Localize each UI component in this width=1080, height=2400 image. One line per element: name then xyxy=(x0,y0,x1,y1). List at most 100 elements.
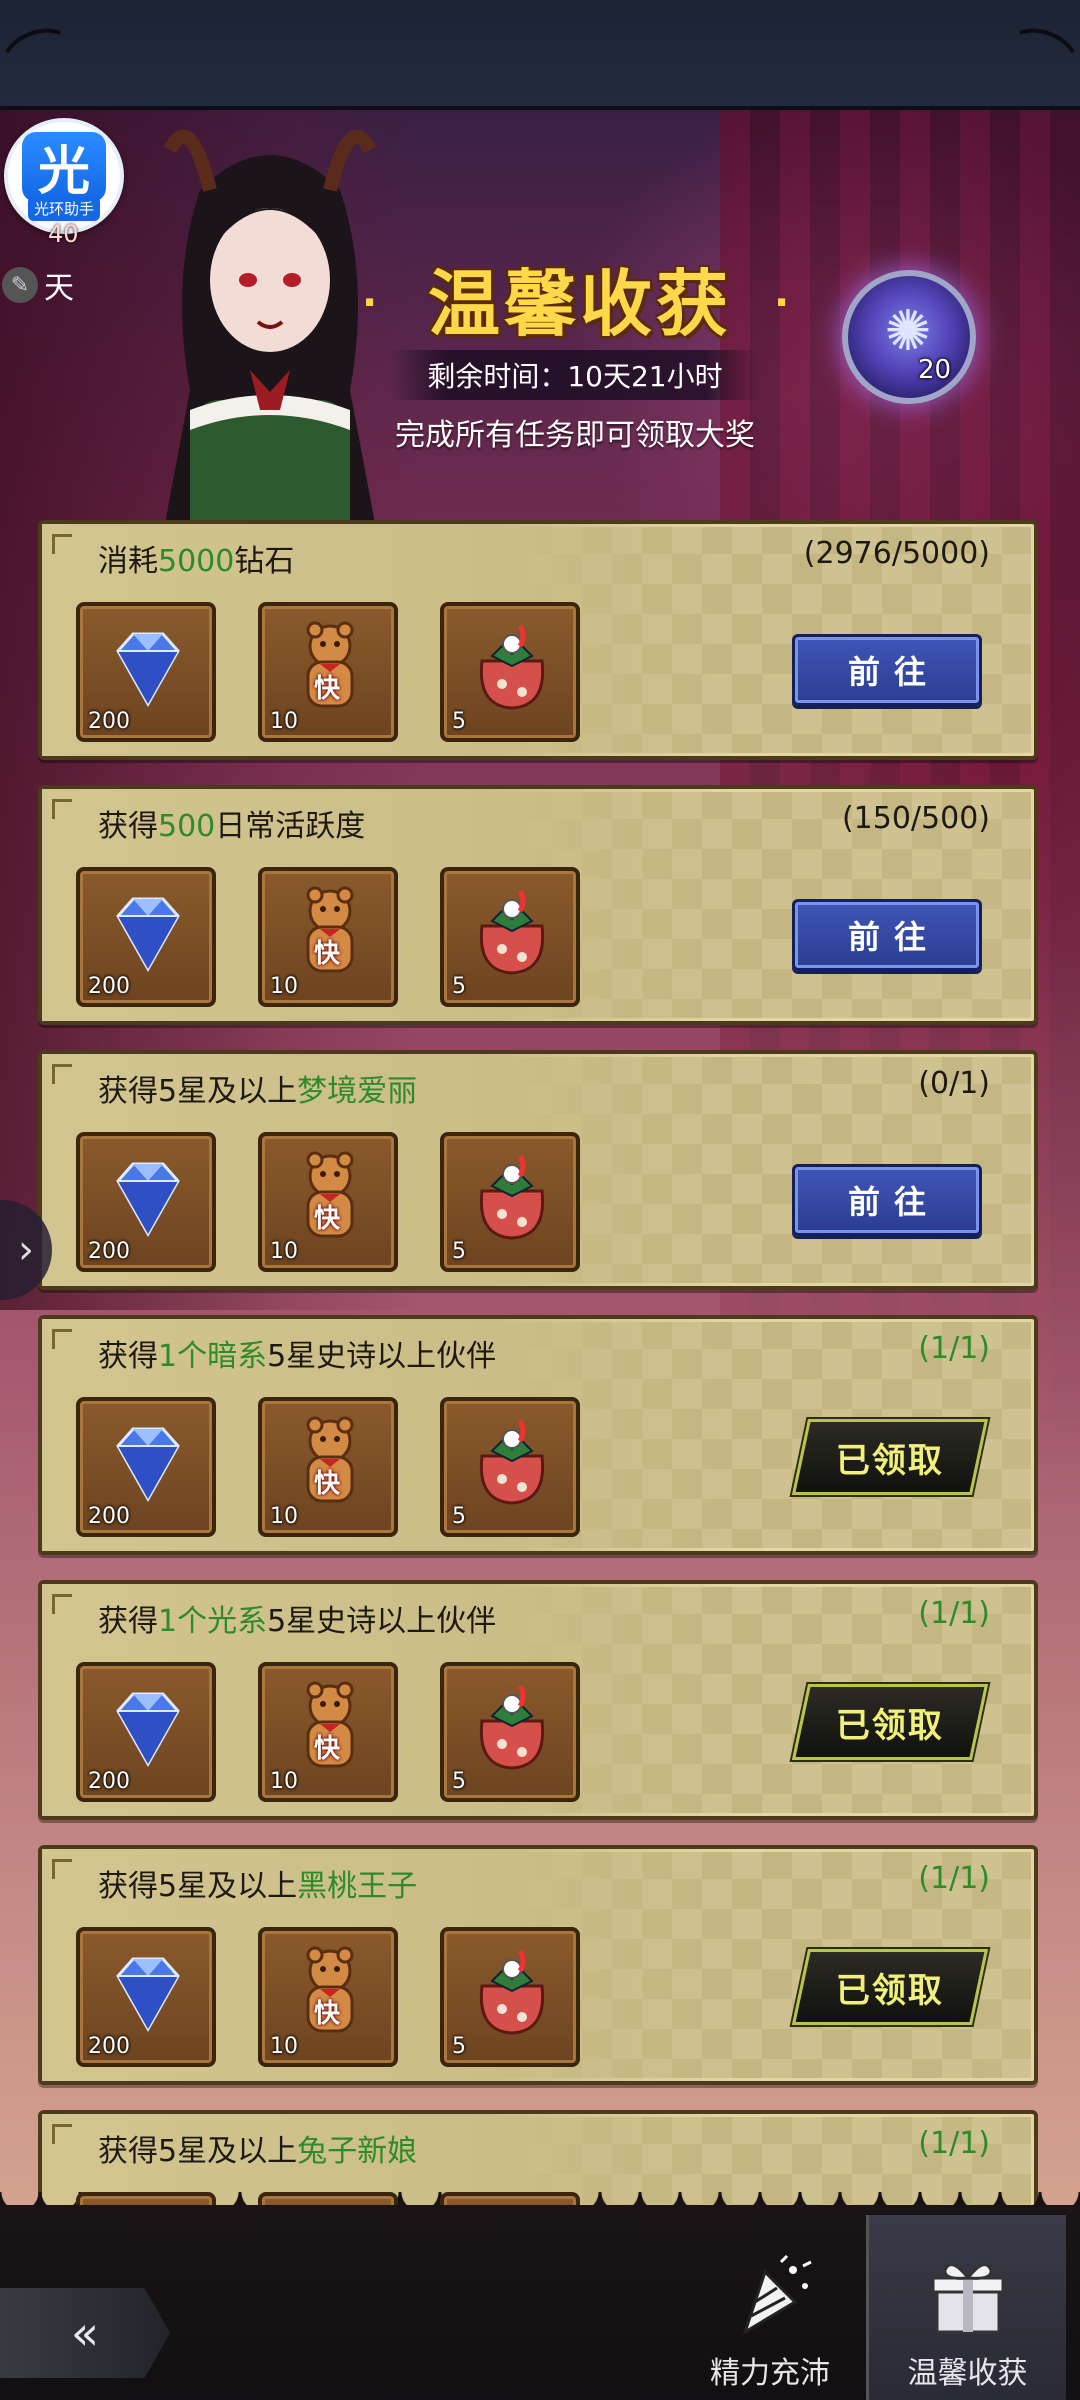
card-corner-ornament xyxy=(52,1064,72,1084)
tab-harvest[interactable]: 温馨收获 xyxy=(866,2215,1066,2400)
reward-item[interactable]: 快 10 xyxy=(258,867,398,1007)
task-title-prefix: 获得 xyxy=(98,1604,158,1639)
claimed-badge: 已领取 xyxy=(791,1949,989,2025)
task-title: 获得1个光系5星史诗以上伙伴 xyxy=(98,1596,496,1640)
task-title-prefix: 获得5星及以上 xyxy=(98,1869,298,1904)
reward-mark: 快 xyxy=(314,1204,341,1234)
reward-item[interactable]: 5 xyxy=(440,867,580,1007)
card-corner-ornament xyxy=(52,534,72,554)
reward-item[interactable]: 200 xyxy=(76,1662,216,1802)
task-title-suffix: 5星史诗以上伙伴 xyxy=(267,1604,497,1639)
helper-logo: 光 xyxy=(22,131,106,202)
reward-quantity: 5 xyxy=(452,1769,466,1794)
gift-box-icon xyxy=(931,2263,1004,2334)
grand-prize-medal[interactable]: ✺ xyxy=(842,270,976,404)
gift-bag-icon xyxy=(462,616,562,716)
task-title: 获得5星及以上兔子新娘 xyxy=(98,2126,417,2170)
reward-item[interactable]: 5 xyxy=(440,1662,580,1802)
task-card: 获得1个暗系5星史诗以上伙伴 (1/1) 200 快 10 5 已领取 xyxy=(38,1315,1038,1555)
task-list[interactable]: 消耗5000钻石 (2976/5000) 200 快 10 5 前往 获得500日常活跃度 (1… xyxy=(38,520,1038,2205)
claimed-label: 已领取 xyxy=(836,1705,944,1746)
diamond-icon xyxy=(98,616,198,716)
go-button[interactable]: 前往 xyxy=(792,899,982,971)
reward-mark: 快 xyxy=(314,939,341,969)
reward-item[interactable]: 5 xyxy=(440,2192,580,2205)
task-title-highlight: 1个暗系 xyxy=(158,1339,268,1374)
reward-items: 200 快 10 5 xyxy=(76,1132,580,1272)
helper-label: 光环助手 xyxy=(27,195,100,221)
reward-quantity: 200 xyxy=(88,974,130,999)
gift-bag-icon xyxy=(462,1941,562,2041)
reward-item[interactable]: 5 xyxy=(440,1397,580,1537)
top-bar xyxy=(0,0,1080,110)
title-dot-right: · xyxy=(774,280,790,326)
task-title-highlight: 兔子新娘 xyxy=(297,2134,418,2169)
reward-item[interactable]: 快10 xyxy=(258,1927,398,2067)
card-corner-ornament xyxy=(52,2124,72,2144)
reward-item[interactable]: 200 xyxy=(76,1132,216,1272)
diamond-icon xyxy=(98,1411,198,1511)
reward-items: 200 快10 5 xyxy=(76,1662,580,1802)
task-title: 获得500日常活跃度 xyxy=(98,801,365,845)
reward-mark: 快 xyxy=(314,674,341,704)
reward-item[interactable]: 5 xyxy=(440,1927,580,2067)
reward-mark: 快 xyxy=(314,1999,341,2029)
reward-item[interactable]: 200 xyxy=(76,1927,216,2067)
reward-item[interactable]: 200 xyxy=(76,2192,216,2205)
speaker-icon: ✎ xyxy=(2,267,38,303)
task-title-suffix: 钻石 xyxy=(234,544,295,579)
go-button[interactable]: 前往 xyxy=(792,634,982,706)
reward-item[interactable]: 快10 xyxy=(258,1397,398,1537)
task-title-highlight: 1个光系 xyxy=(158,1604,268,1639)
chevron-right-icon: › xyxy=(18,1227,34,1273)
reward-quantity: 200 xyxy=(88,1504,130,1529)
diamond-icon xyxy=(98,1941,198,2041)
reward-items: 200 快 10 5 xyxy=(76,867,580,1007)
chat-button[interactable]: ✎ 天 xyxy=(2,250,92,320)
task-progress: (150/500) xyxy=(841,801,990,836)
reward-item[interactable]: 200 xyxy=(76,1397,216,1537)
gift-bag-icon xyxy=(462,881,562,981)
reward-quantity: 5 xyxy=(452,1239,466,1264)
task-card: 获得5星及以上兔子新娘(1/1)200快105已领取 xyxy=(38,2110,1038,2205)
reward-items: 200 快10 5 xyxy=(76,2192,580,2205)
task-title-prefix: 获得5星及以上 xyxy=(98,1074,298,1109)
reward-quantity: 10 xyxy=(270,974,298,999)
back-button[interactable]: « xyxy=(0,2288,170,2378)
task-title-suffix: 5星史诗以上伙伴 xyxy=(267,1339,497,1374)
reward-item[interactable]: 200 xyxy=(76,602,216,742)
reward-item[interactable]: 快10 xyxy=(258,602,398,742)
helper-app-badge[interactable]: 光 光环助手 xyxy=(4,118,124,234)
reward-items: 200 快10 5 xyxy=(76,1927,580,2067)
go-button[interactable]: 前往 xyxy=(792,1164,982,1236)
task-title-highlight: 500 xyxy=(158,809,216,844)
gift-bag-icon xyxy=(462,1411,562,1511)
task-title: 获得5星及以上黑桃王子 xyxy=(98,1861,417,1905)
event-subtitle: 完成所有任务即可领取大奖 xyxy=(395,418,755,453)
task-progress: (2976/5000) xyxy=(803,536,990,571)
remaining-time: 剩余时间：10天21小时 xyxy=(390,350,760,400)
task-title-prefix: 获得 xyxy=(98,809,158,844)
reward-item[interactable]: 快10 xyxy=(258,2192,398,2205)
task-card: 消耗5000钻石 (2976/5000) 200 快 10 5 前往 xyxy=(38,520,1038,760)
task-title: 获得1个暗系5星史诗以上伙伴 xyxy=(98,1331,496,1375)
party-popper-icon xyxy=(742,2254,812,2336)
reward-quantity: 5 xyxy=(452,2034,466,2059)
reward-item[interactable]: 快 10 xyxy=(258,1132,398,1272)
card-corner-ornament xyxy=(52,1859,72,1879)
reward-quantity: 10 xyxy=(270,1239,298,1264)
reward-items: 200 快10 5 xyxy=(76,1397,580,1537)
reward-item[interactable]: 快10 xyxy=(258,1662,398,1802)
sun-star-medal-icon: ✺ xyxy=(884,299,932,364)
task-title-highlight: 梦境爱丽 xyxy=(297,1074,418,1109)
card-corner-ornament xyxy=(52,1594,72,1614)
reward-item[interactable]: 5 xyxy=(440,602,580,742)
reward-items: 200 快10 5 xyxy=(76,602,580,742)
reward-item[interactable]: 200 xyxy=(76,867,216,1007)
tab-energy[interactable]: 精力充沛 xyxy=(670,2215,870,2400)
card-corner-ornament xyxy=(52,1329,72,1349)
reward-item[interactable]: 5 xyxy=(440,1132,580,1272)
chat-text: 天 xyxy=(44,271,74,306)
reward-quantity: 200 xyxy=(88,709,130,734)
reward-quantity: 5 xyxy=(452,974,466,999)
